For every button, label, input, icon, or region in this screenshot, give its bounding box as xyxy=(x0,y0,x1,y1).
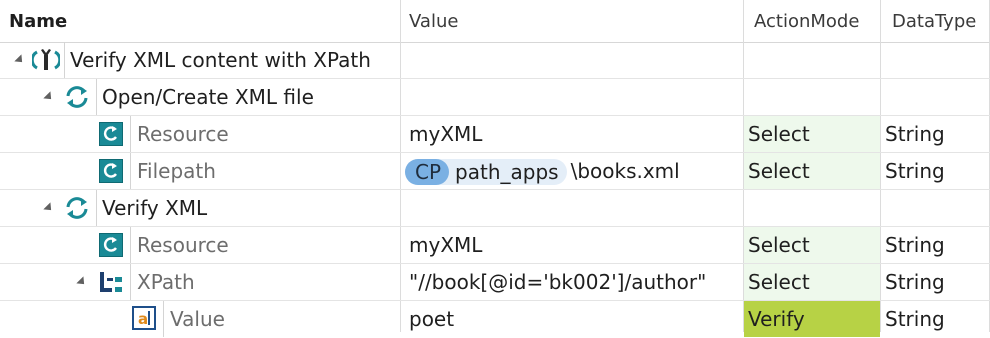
chip-name: path_apps xyxy=(455,159,559,184)
refresh-box-icon xyxy=(99,122,123,146)
actionmode-cell[interactable]: Select xyxy=(744,116,880,152)
test-step-grid: Name Value ActionMode DataType Verify XM… xyxy=(0,0,990,337)
datatype-cell[interactable]: String xyxy=(881,116,989,152)
row-name: Resource xyxy=(137,233,229,257)
collapse-arrow-icon[interactable] xyxy=(14,54,26,66)
actionmode-cell[interactable]: Select xyxy=(744,153,880,189)
datatype-cell[interactable]: String xyxy=(881,153,989,189)
xpath-tree-icon xyxy=(97,269,125,295)
collapse-arrow-icon[interactable] xyxy=(43,202,55,214)
chip-tag: CP xyxy=(405,158,450,185)
actionmode-cell[interactable]: Select xyxy=(744,227,880,263)
name-cell-border xyxy=(130,227,131,263)
row-name: XPath xyxy=(137,270,195,294)
name-cell-border xyxy=(96,190,97,226)
name-cell-border xyxy=(96,79,97,115)
refresh-icon xyxy=(64,195,90,221)
svg-text:a: a xyxy=(138,310,148,328)
table-row[interactable]: Open/Create XML file xyxy=(0,79,990,116)
configuration-param-chip[interactable]: CP path_apps xyxy=(405,158,567,185)
datatype-cell[interactable]: String xyxy=(881,264,989,300)
column-header-name[interactable]: Name xyxy=(0,0,67,42)
table-row[interactable]: XPath "//book[@id='bk002']/author" Selec… xyxy=(0,264,990,301)
value-suffix: \books.xml xyxy=(570,159,680,183)
value-cell[interactable]: myXML xyxy=(401,116,743,152)
refresh-icon xyxy=(64,84,90,110)
column-header-actionmode[interactable]: ActionMode xyxy=(745,0,859,42)
value-cell[interactable]: myXML xyxy=(401,227,743,263)
table-row[interactable]: Resource myXML Select String xyxy=(0,116,990,153)
actionmode-cell[interactable]: Select xyxy=(744,264,880,300)
row-name: Open/Create XML file xyxy=(102,85,314,109)
table-row[interactable]: a Value poet Verify String xyxy=(0,301,990,338)
name-cell-border xyxy=(130,153,131,189)
attribute-icon: a xyxy=(132,306,156,330)
refresh-box-icon xyxy=(99,233,123,257)
refresh-box-icon xyxy=(99,159,123,183)
collapse-arrow-icon[interactable] xyxy=(76,276,88,288)
table-row[interactable]: Resource myXML Select String xyxy=(0,227,990,264)
name-cell-border xyxy=(130,116,131,152)
value-cell[interactable]: "//book[@id='bk002']/author" xyxy=(401,264,743,300)
value-cell[interactable]: CP path_apps \books.xml xyxy=(401,153,743,189)
row-name: Resource xyxy=(137,122,229,146)
name-cell-border xyxy=(130,264,131,300)
column-header-value[interactable]: Value xyxy=(400,0,458,42)
row-name: Verify XML content with XPath xyxy=(70,48,371,72)
row-name: Verify XML xyxy=(102,196,208,220)
table-row[interactable]: Filepath CP path_apps \books.xml Select St… xyxy=(0,153,990,190)
name-cell-border xyxy=(64,42,65,78)
wrench-gear-icon xyxy=(30,46,62,74)
table-row[interactable]: Verify XML content with XPath xyxy=(0,42,990,79)
column-header-datatype[interactable]: DataType xyxy=(883,0,976,42)
datatype-cell[interactable]: String xyxy=(881,227,989,263)
grid-header: Name Value ActionMode DataType xyxy=(0,0,990,43)
row-name: Filepath xyxy=(137,159,216,183)
collapse-arrow-icon[interactable] xyxy=(43,91,55,103)
table-row[interactable]: Verify XML xyxy=(0,190,990,227)
